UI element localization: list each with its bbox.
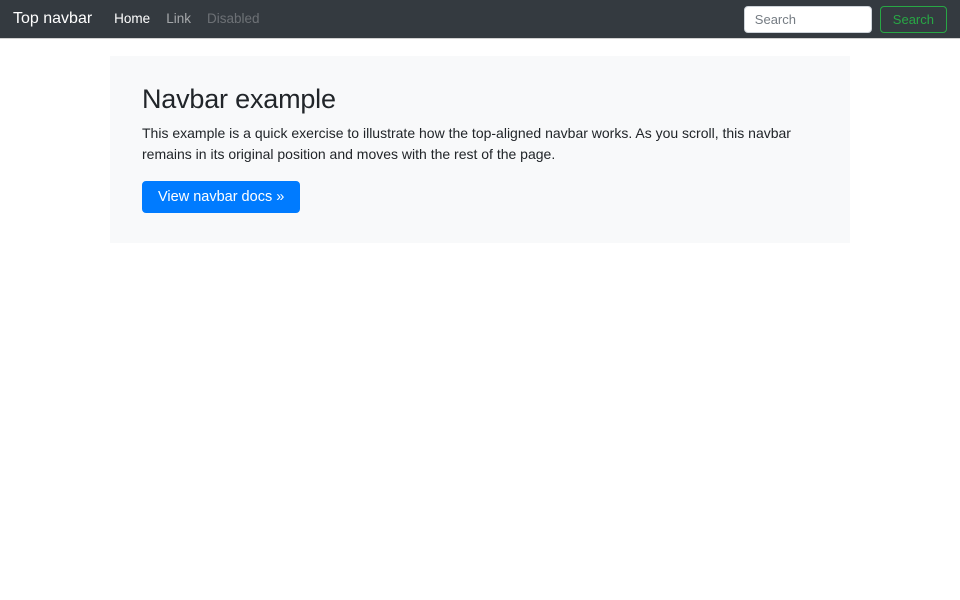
page-content: Navbar example This example is a quick e… [0,38,960,243]
nav-link-home[interactable]: Home [106,11,158,26]
nav-item-home: Home [106,10,158,28]
top-navbar: Top navbar Home Link Disabled Search [0,0,960,38]
search-button[interactable]: Search [879,5,947,33]
jumbotron: Navbar example This example is a quick e… [110,56,850,243]
nav-link-disabled: Disabled [206,11,260,26]
jumbotron-description: This example is a quick exercise to illu… [142,125,791,162]
search-form: Search [743,5,947,33]
navbar-nav: Home Link Disabled [106,10,267,28]
view-navbar-docs-button[interactable]: View navbar docs » [142,181,301,213]
nav-item-disabled: Disabled [199,10,268,28]
nav-link-link[interactable]: Link [158,11,199,26]
nav-item-link: Link [158,10,199,28]
search-input[interactable] [743,5,872,33]
page-title: Navbar example [142,84,336,114]
navbar-brand[interactable]: Top navbar [13,11,92,27]
